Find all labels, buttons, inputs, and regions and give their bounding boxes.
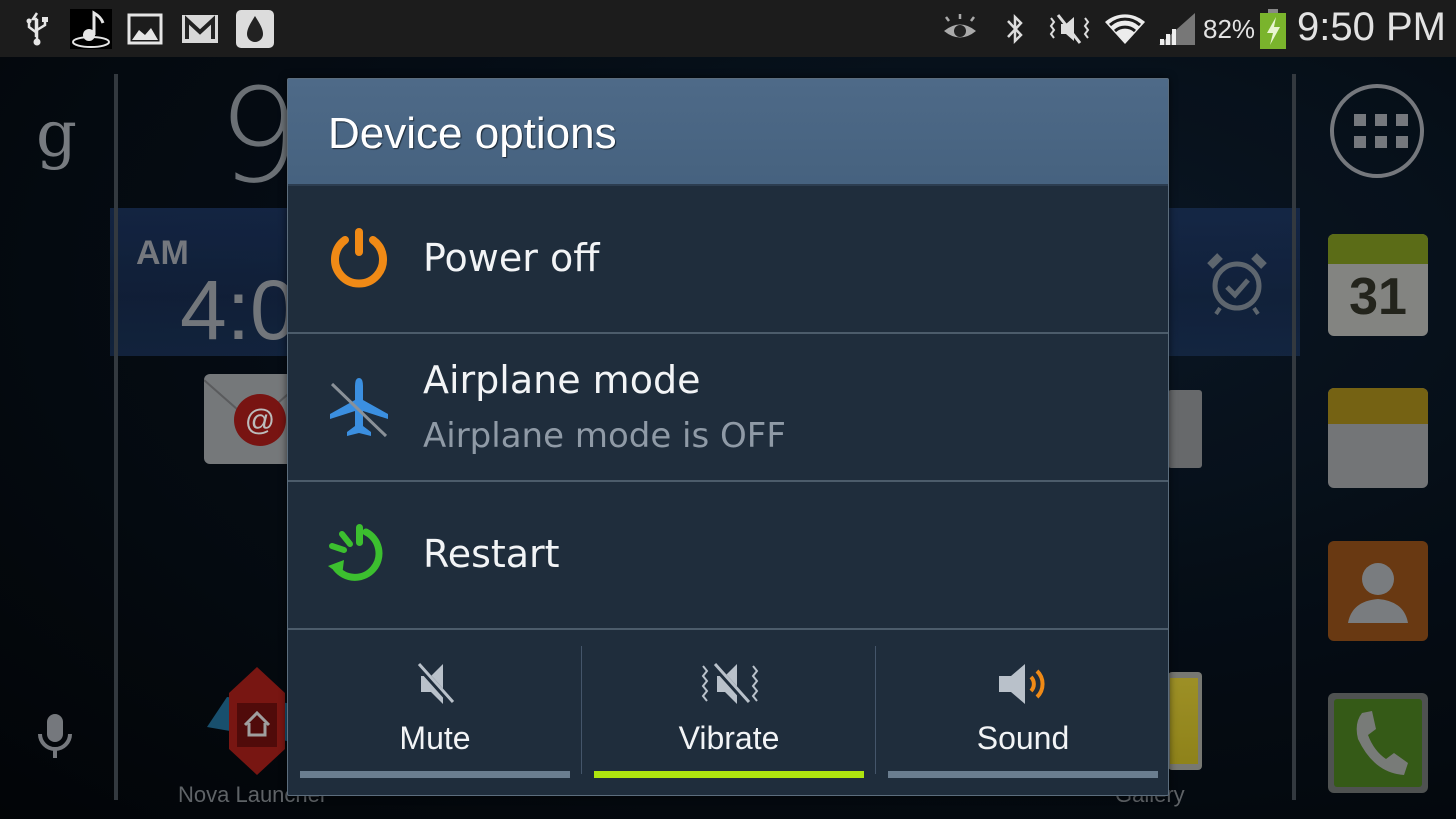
- dialog-title: Device options: [328, 109, 617, 158]
- status-clock: 9:50 PM: [1297, 5, 1446, 49]
- dialog-header: Device options: [288, 79, 1168, 186]
- power-icon: [326, 226, 392, 292]
- restart-option[interactable]: Restart: [288, 482, 1168, 630]
- usb-icon: [22, 9, 52, 49]
- wifi-icon: [1102, 9, 1148, 49]
- power-off-label: Power off: [423, 236, 600, 280]
- mute-label: Mute: [399, 720, 471, 756]
- sound-mode-selector: Mute Vibrate Sound: [288, 630, 1168, 792]
- vibrate-icon: [697, 660, 761, 712]
- vibrate-indicator-bar: [594, 771, 864, 778]
- restart-icon: [326, 522, 392, 588]
- airplane-mode-label: Airplane mode: [423, 358, 701, 402]
- mute-icon: [407, 660, 463, 712]
- smart-stay-eye-icon: [940, 9, 980, 49]
- mute-indicator-bar: [300, 771, 570, 778]
- sound-mode-button[interactable]: Sound: [876, 644, 1170, 780]
- signal-icon: [1156, 9, 1198, 49]
- airplane-off-icon: [326, 374, 392, 440]
- bluetooth-icon: [1002, 9, 1028, 49]
- gmail-icon: [181, 9, 219, 49]
- restart-label: Restart: [423, 532, 560, 576]
- power-off-option[interactable]: Power off: [288, 186, 1168, 334]
- vibrate-mode-icon: [1046, 9, 1092, 49]
- device-options-dialog: Device options Power off Airplane mode A…: [287, 78, 1169, 796]
- sound-icon: [993, 660, 1053, 712]
- droplet-app-icon: [236, 9, 274, 49]
- airplane-mode-option[interactable]: Airplane mode Airplane mode is OFF: [288, 334, 1168, 482]
- mute-mode-button[interactable]: Mute: [288, 644, 582, 780]
- status-bar[interactable]: 82% 9:50 PM: [0, 0, 1456, 57]
- sound-indicator-bar: [888, 771, 1158, 778]
- sound-label: Sound: [976, 720, 1070, 756]
- music-player-icon: [70, 9, 112, 49]
- vibrate-label: Vibrate: [678, 720, 780, 756]
- battery-charging-icon: [1258, 9, 1288, 49]
- vibrate-mode-button[interactable]: Vibrate: [582, 644, 876, 780]
- battery-percent: 82%: [1203, 14, 1256, 44]
- airplane-mode-status: Airplane mode is OFF: [423, 416, 786, 456]
- gallery-icon: [127, 9, 163, 49]
